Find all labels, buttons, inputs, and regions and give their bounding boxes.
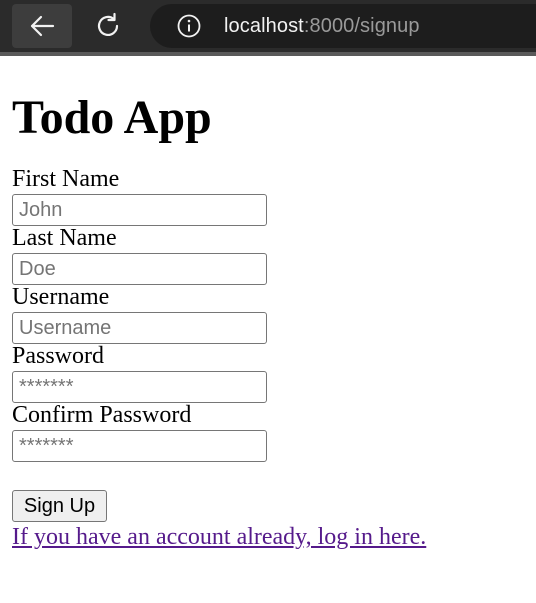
password-field: Password [12, 344, 426, 403]
confirm-password-label: Confirm Password [12, 402, 192, 428]
username-field: Username [12, 285, 426, 344]
last-name-field: Last Name [12, 226, 426, 285]
reload-button[interactable] [78, 4, 138, 48]
first-name-input[interactable] [12, 194, 267, 226]
reload-icon [97, 12, 119, 37]
browser-toolbar: localhost:8000/signup [0, 0, 536, 52]
arrow-left-icon [30, 15, 55, 37]
url-path: :8000/signup [303, 14, 420, 37]
signup-page: Todo App First Name Last Name Username P… [12, 56, 426, 551]
last-name-input[interactable] [12, 253, 267, 285]
confirm-password-field: Confirm Password [12, 403, 426, 462]
sign-up-button[interactable]: Sign Up [12, 490, 107, 522]
confirm-password-input[interactable] [12, 430, 267, 462]
login-link[interactable]: If you have an account already, log in h… [12, 523, 426, 551]
username-input[interactable] [12, 312, 267, 344]
first-name-field: First Name [12, 167, 426, 226]
url-text[interactable]: localhost:8000/signup [224, 15, 420, 38]
back-button[interactable] [12, 4, 72, 48]
password-input[interactable] [12, 371, 267, 403]
address-bar[interactable]: localhost:8000/signup [150, 4, 536, 48]
last-name-label: Last Name [12, 225, 117, 251]
username-label: Username [12, 284, 110, 310]
signup-form: First Name Last Name Username Password C… [12, 167, 426, 551]
password-label: Password [12, 343, 105, 369]
page-title: Todo App [12, 91, 212, 144]
info-icon[interactable] [176, 13, 202, 39]
first-name-label: First Name [12, 166, 120, 192]
url-host: localhost [224, 14, 304, 37]
